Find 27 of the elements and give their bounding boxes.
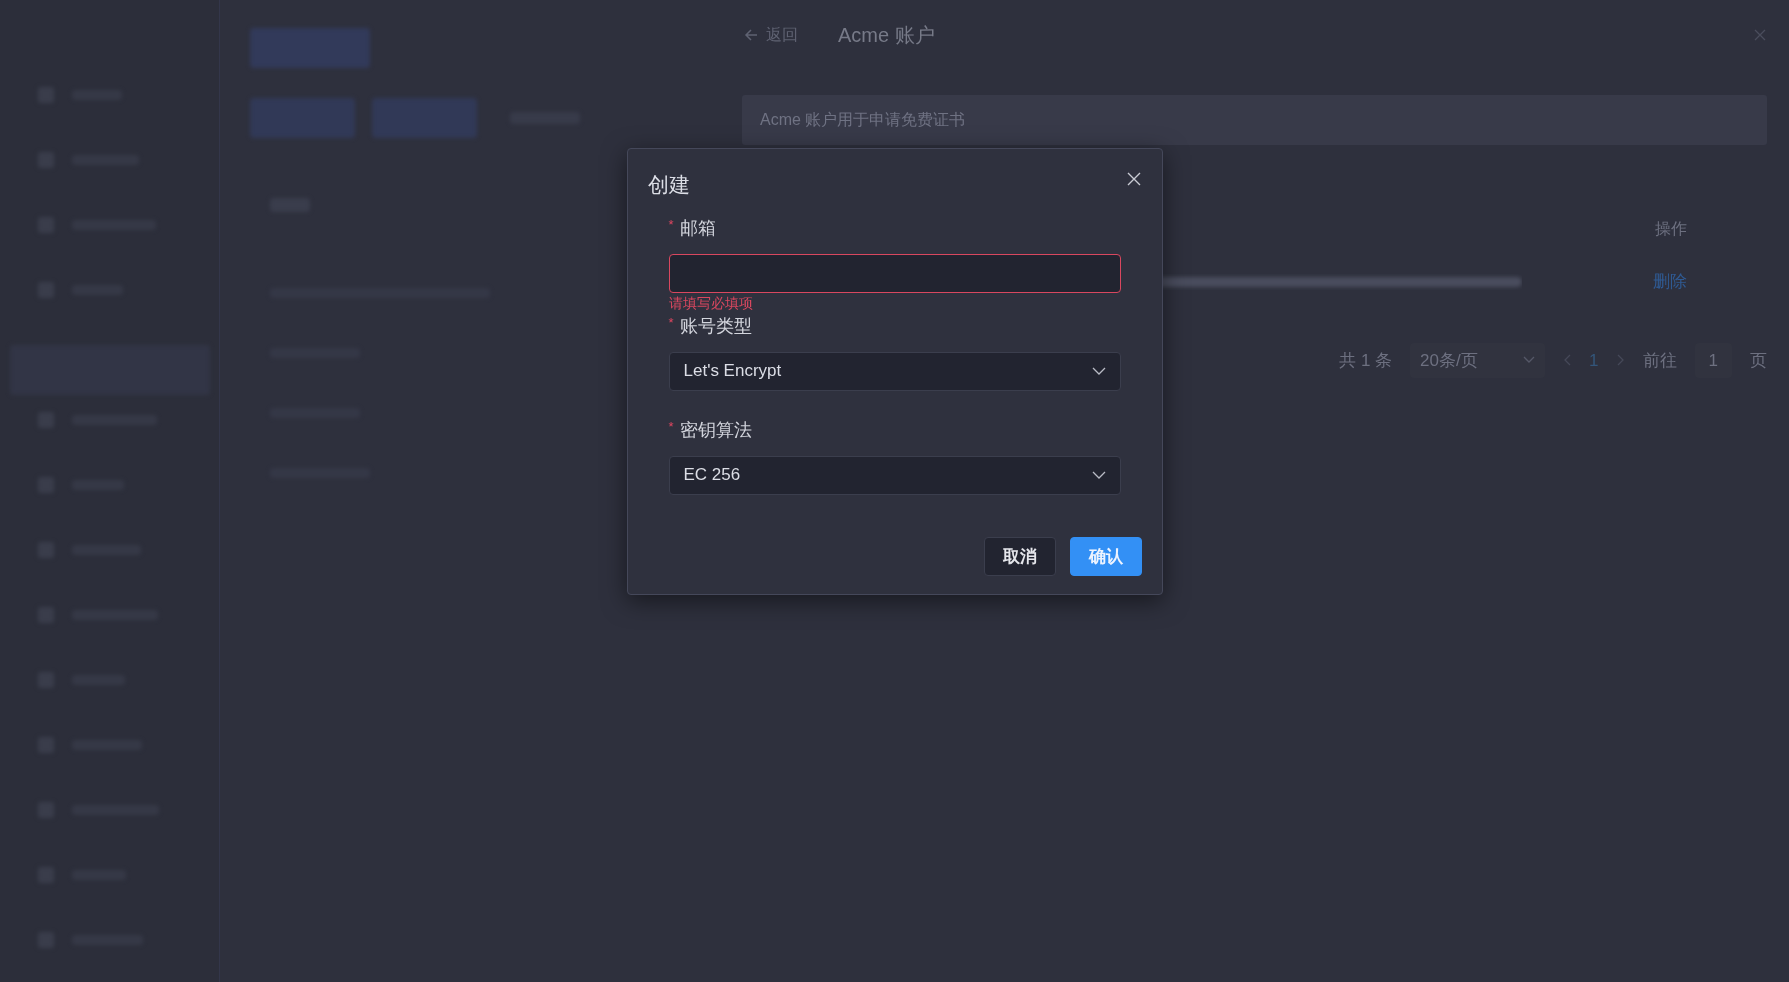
drawer-title: Acme 账户 [838, 23, 935, 48]
chevron-down-icon [1091, 471, 1106, 479]
field-label: 账号类型 [679, 314, 752, 338]
error-message: 请填写必填项 [668, 293, 754, 313]
goto-label: 前往 [1642, 349, 1677, 372]
chevron-down-icon [1523, 356, 1536, 365]
column-header: 操作 [1655, 219, 1687, 239]
page-number[interactable]: 1 [1589, 347, 1599, 373]
delete-link[interactable]: 删除 [1653, 269, 1687, 295]
cancel-button[interactable]: 取消 [983, 536, 1056, 576]
previous-page-icon[interactable] [1563, 354, 1572, 367]
chevron-down-icon [1091, 367, 1106, 375]
select-field[interactable]: EC 256 [668, 455, 1121, 495]
select-field[interactable]: Let's Encrypt [668, 351, 1121, 391]
back-arrow-icon [744, 28, 758, 42]
email-field[interactable] [668, 253, 1121, 293]
required-mark: * [668, 417, 674, 436]
confirm-button[interactable]: 确认 [1069, 536, 1142, 576]
description-bar: Acme 账户用于申请免费证书 [742, 95, 1767, 145]
required-mark: * [668, 215, 674, 234]
required-mark: * [668, 313, 674, 332]
total-count: 共 1 条 [1339, 349, 1393, 372]
field-label: 邮箱 [679, 216, 716, 240]
next-page-icon[interactable] [1616, 354, 1625, 367]
dialog-title: 创建 [647, 172, 690, 198]
field-label: 密钥算法 [679, 418, 752, 442]
page-suffix: 页 [1750, 349, 1767, 372]
